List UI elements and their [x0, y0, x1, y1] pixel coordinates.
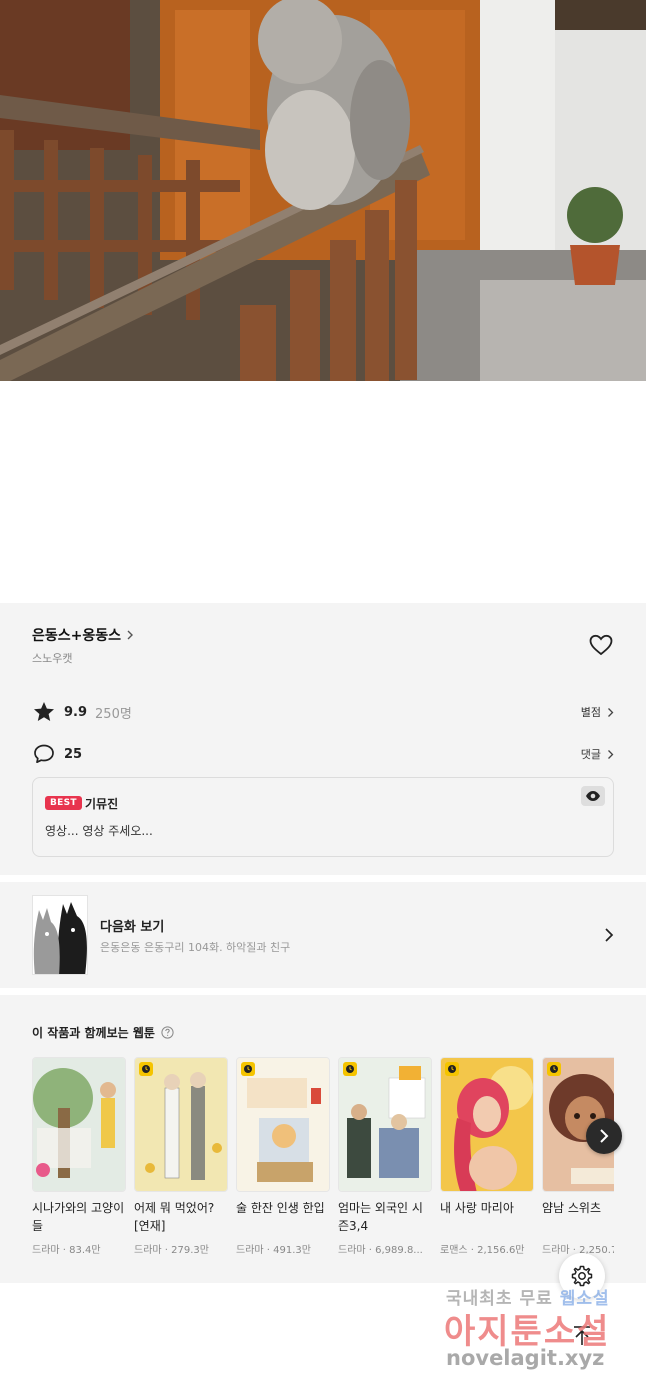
- recommendation-cover: [32, 1057, 126, 1192]
- series-info-panel: 은동스+옹동스 스노우캣 9.9 250명 별점 25 댓글 BEST 기뮤진 …: [0, 603, 646, 875]
- recommendation-meta: 드라마 · 491.3만: [236, 1245, 311, 1256]
- rating-score: 9.9: [64, 704, 88, 720]
- episode-image: [0, 0, 646, 381]
- series-title: 은동스+옹동스: [32, 628, 122, 644]
- recommendation-meta: 로맨스 · 2,156.6만: [440, 1245, 525, 1256]
- clock-icon: [241, 1062, 255, 1076]
- help-icon[interactable]: [161, 1026, 174, 1039]
- recommendation-cover: [440, 1057, 534, 1192]
- clock-icon: [445, 1062, 459, 1076]
- comments-row: 25 댓글: [32, 742, 614, 766]
- series-author: 스노우캣: [32, 652, 73, 665]
- watermark-text: 국내최초 무료: [446, 1289, 553, 1309]
- cat-on-fence-photo: [0, 0, 646, 381]
- recommendation-title: 시나가와의 고양이들: [32, 1201, 125, 1233]
- recommendations-carousel[interactable]: 시나가와의 고양이들 드라마 · 83.4만 어제 뭐 먹었어? [연재] 드라…: [32, 1057, 614, 1267]
- recommendation-cover: [338, 1057, 432, 1192]
- recommendation-meta: 드라마 · 279.3만: [134, 1245, 209, 1256]
- comments-link-label: 댓글: [580, 748, 601, 761]
- scroll-top-button[interactable]: [566, 1320, 598, 1352]
- eye-icon[interactable]: [581, 786, 605, 806]
- clock-icon: [343, 1062, 357, 1076]
- recommendation-card[interactable]: 얌남 스위츠 드라마 · 2,250.7: [542, 1057, 614, 1256]
- recommendation-title: 얌남 스위츠: [542, 1201, 602, 1215]
- best-comment-text: 영상... 영상 주세오...: [45, 824, 153, 838]
- recommendation-card[interactable]: 시나가와의 고양이들 드라마 · 83.4만: [32, 1057, 126, 1256]
- rating-link-label: 별점: [580, 706, 601, 719]
- next-episode-subtitle: 은동은동 은동구리 104화. 하악질과 친구: [100, 941, 291, 954]
- best-badge: BEST: [45, 796, 82, 810]
- next-episode-thumbnail: [32, 895, 88, 975]
- chevron-right-icon: [600, 1129, 609, 1143]
- rating-count: 250명: [95, 706, 132, 722]
- chevron-right-icon: [608, 749, 614, 759]
- recommendation-meta: 드라마 · 6,989.8...: [338, 1245, 423, 1256]
- rating-link[interactable]: 별점: [581, 704, 614, 720]
- next-episode-label: 다음화 보기: [100, 920, 165, 935]
- series-title-link[interactable]: 은동스+옹동스: [32, 625, 135, 645]
- next-episode-card[interactable]: 다음화 보기 은동은동 은동구리 104화. 하악질과 친구: [0, 882, 646, 988]
- recommendation-card[interactable]: 엄마는 외국인 시즌3,4 드라마 · 6,989.8...: [338, 1057, 432, 1256]
- chevron-right-icon: [605, 928, 614, 942]
- settings-button[interactable]: [559, 1253, 605, 1299]
- recommendation-cover: [134, 1057, 228, 1192]
- heart-icon[interactable]: [588, 633, 614, 657]
- carousel-next-button[interactable]: [586, 1118, 622, 1154]
- recommendation-cover: [236, 1057, 330, 1192]
- recommendation-title: 내 사랑 마리아: [440, 1201, 514, 1215]
- chevron-right-icon: [127, 630, 134, 640]
- comments-link[interactable]: 댓글: [581, 746, 614, 762]
- recommendation-card[interactable]: 술 한잔 인생 한입 드라마 · 491.3만: [236, 1057, 330, 1256]
- arrow-up-icon: [574, 1326, 590, 1345]
- site-watermark: 국내최초 무료 웹소설 아지툰소설 novelagit.xyz: [440, 1282, 640, 1392]
- best-comment-user: 기뮤진: [85, 797, 119, 811]
- gear-icon: [571, 1265, 593, 1287]
- star-icon: [34, 702, 54, 721]
- recommendation-card[interactable]: 어제 뭐 먹었어? [연재] 드라마 · 279.3만: [134, 1057, 228, 1256]
- speech-bubble-icon: [34, 744, 54, 764]
- best-comment-card[interactable]: BEST 기뮤진 영상... 영상 주세오...: [32, 777, 614, 857]
- recommendation-card[interactable]: 내 사랑 마리아 로맨스 · 2,156.6만: [440, 1057, 534, 1256]
- recommendations-header: 이 작품과 함께보는 웹툰: [32, 1024, 174, 1041]
- rating-row: 9.9 250명 별점: [32, 700, 614, 724]
- comments-count: 25: [64, 746, 83, 762]
- recommendation-title: 어제 뭐 먹었어? [연재]: [134, 1201, 215, 1233]
- clock-icon: [547, 1062, 561, 1076]
- recommendation-title: 엄마는 외국인 시즌3,4: [338, 1201, 423, 1233]
- recommendations-title: 이 작품과 함께보는 웹툰: [32, 1026, 155, 1040]
- chevron-right-icon: [608, 707, 614, 717]
- recommendation-meta: 드라마 · 83.4만: [32, 1245, 101, 1256]
- recommendation-title: 술 한잔 인생 한입: [236, 1201, 325, 1215]
- image-whitespace: [0, 381, 646, 603]
- clock-icon: [139, 1062, 153, 1076]
- recommendations-section: 이 작품과 함께보는 웹툰 시나가와의 고양이들 드라마 · 83.4만 어제 …: [0, 995, 646, 1283]
